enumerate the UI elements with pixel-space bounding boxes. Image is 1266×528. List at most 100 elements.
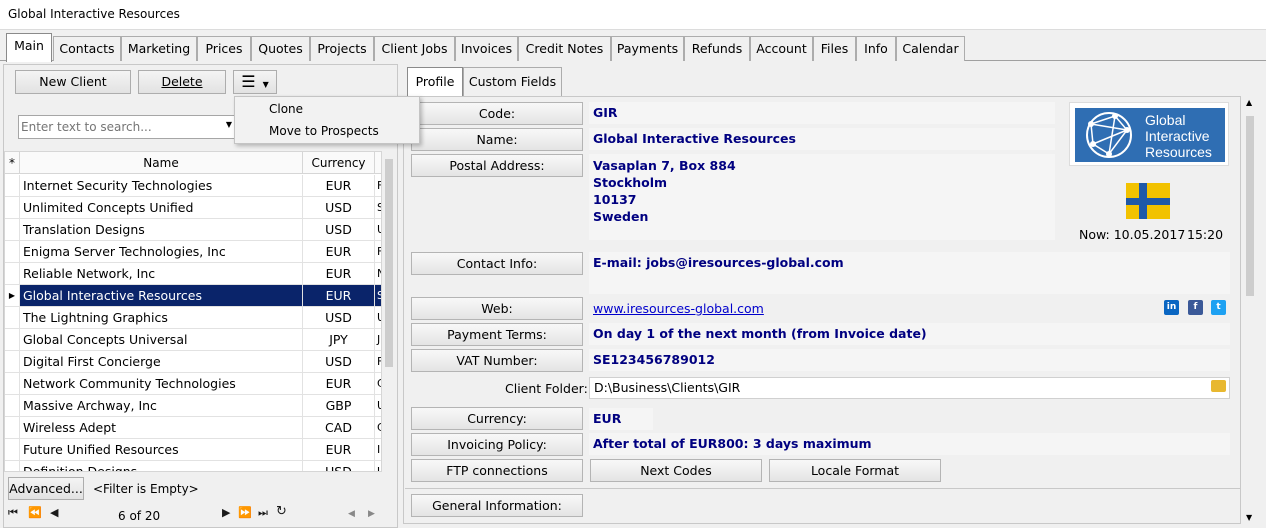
client-currency-cell[interactable]: USD [303, 461, 375, 471]
column-name-header[interactable]: Name [20, 152, 303, 174]
tab-profile[interactable]: Profile [407, 67, 463, 96]
table-row[interactable]: ▶Global Interactive ResourcesEURS [5, 285, 381, 307]
folder-icon[interactable] [1211, 380, 1226, 392]
table-row[interactable]: Unlimited Concepts UnifiedUSDS [5, 197, 381, 219]
client-currency-cell[interactable]: EUR [303, 373, 375, 394]
invoicing-policy-label[interactable]: Invoicing Policy: [411, 433, 583, 456]
client-extra-cell[interactable]: F [375, 241, 381, 262]
client-currency-cell[interactable]: EUR [303, 175, 375, 196]
client-currency-cell[interactable]: EUR [303, 241, 375, 262]
column-currency-header[interactable]: Currency [303, 152, 375, 174]
new-client-button[interactable]: New Client [15, 70, 131, 94]
client-extra-cell[interactable]: I [375, 439, 381, 460]
search-box[interactable]: ▼ [18, 115, 236, 139]
tab-prices[interactable]: Prices [197, 36, 251, 61]
tab-files[interactable]: Files [813, 36, 856, 61]
tab-account[interactable]: Account [750, 36, 813, 61]
client-extra-cell[interactable]: J [375, 329, 381, 350]
client-currency-cell[interactable]: USD [303, 219, 375, 240]
scroll-left-icon[interactable]: ◀ [348, 509, 355, 519]
refresh-icon[interactable]: ↻ [276, 504, 287, 519]
client-currency-cell[interactable]: JPY [303, 329, 375, 350]
table-row[interactable]: Global Concepts Universal JPY J [5, 329, 381, 351]
last-record-icon[interactable]: ⏭ [258, 506, 268, 520]
client-extra-cell[interactable]: U [375, 219, 381, 240]
client-name-cell[interactable]: Global Concepts Universal [20, 329, 303, 350]
advanced-filter-button[interactable]: Advanced... [8, 477, 84, 500]
client-extra-cell[interactable]: F [375, 351, 381, 372]
vat-number-label[interactable]: VAT Number: [411, 349, 583, 372]
client-extra-cell[interactable]: C [375, 417, 381, 438]
client-extra-cell[interactable]: U [375, 461, 381, 471]
table-row[interactable]: Internet Security TechnologiesEURF [5, 175, 381, 197]
client-name-cell[interactable]: Enigma Server Technologies, Inc [20, 241, 303, 262]
client-name-cell[interactable]: Network Community Technologies [20, 373, 303, 394]
scroll-up-icon[interactable]: ▲ [1246, 98, 1252, 107]
table-row[interactable]: Definition DesignsUSDU [5, 461, 381, 471]
client-currency-cell[interactable]: EUR [303, 285, 375, 306]
table-row[interactable]: Massive Archway, IncGBPU [5, 395, 381, 417]
client-folder-field[interactable]: D:\Business\Clients\GIR [589, 377, 1230, 399]
facebook-icon[interactable]: f [1188, 300, 1203, 315]
table-row[interactable]: Network Community TechnologiesEURC [5, 373, 381, 395]
next-record-icon[interactable]: ▶ [222, 506, 230, 519]
currency-label[interactable]: Currency: [411, 407, 583, 430]
tab-credit-notes[interactable]: Credit Notes [518, 36, 611, 61]
client-currency-cell[interactable]: CAD [303, 417, 375, 438]
tab-client-jobs[interactable]: Client Jobs [374, 36, 455, 61]
search-input[interactable] [21, 117, 217, 137]
tab-payments[interactable]: Payments [611, 36, 684, 61]
tab-main[interactable]: Main [6, 33, 52, 62]
client-name-cell[interactable]: The Lightning Graphics [20, 307, 303, 328]
column-extra-header[interactable] [375, 152, 381, 174]
tab-calendar[interactable]: Calendar [896, 36, 965, 61]
client-name-cell[interactable]: Translation Designs [20, 219, 303, 240]
client-currency-cell[interactable]: GBP [303, 395, 375, 416]
client-name-cell[interactable]: Internet Security Technologies [20, 175, 303, 196]
grid-vertical-scrollbar[interactable] [383, 151, 395, 472]
code-label[interactable]: Code: [411, 102, 583, 125]
table-row[interactable]: Future Unified Resources EUR I [5, 439, 381, 461]
payment-terms-label[interactable]: Payment Terms: [411, 323, 583, 346]
twitter-icon[interactable]: t [1211, 300, 1226, 315]
scroll-down-icon[interactable]: ▼ [1246, 513, 1252, 522]
tab-custom-fields[interactable]: Custom Fields [463, 67, 562, 96]
client-extra-cell[interactable]: U [375, 307, 381, 328]
client-extra-cell[interactable]: N [375, 263, 381, 284]
menu-item-move-to-prospects[interactable]: Move to Prospects [269, 124, 379, 138]
tab-marketing[interactable]: Marketing [121, 36, 197, 61]
linkedin-icon[interactable]: in [1164, 300, 1179, 315]
locale-format-button[interactable]: Locale Format [769, 459, 941, 482]
scrollbar-thumb[interactable] [1246, 116, 1254, 296]
next-page-icon[interactable]: ⏩ [238, 506, 252, 519]
client-currency-cell[interactable]: USD [303, 197, 375, 218]
client-currency-cell[interactable]: USD [303, 307, 375, 328]
scroll-right-icon[interactable]: ▶ [368, 509, 375, 519]
table-row[interactable]: Translation DesignsUSDU [5, 219, 381, 241]
client-currency-cell[interactable]: EUR [303, 263, 375, 284]
tab-contacts[interactable]: Contacts [53, 36, 121, 61]
client-currency-cell[interactable]: EUR [303, 439, 375, 460]
client-name-cell[interactable]: Reliable Network, Inc [20, 263, 303, 284]
prev-record-icon[interactable]: ◀ [50, 506, 58, 519]
tab-invoices[interactable]: Invoices [455, 36, 518, 61]
client-extra-cell[interactable]: S [375, 285, 381, 306]
client-name-cell[interactable]: Future Unified Resources [20, 439, 303, 460]
client-extra-cell[interactable]: F [375, 175, 381, 196]
client-currency-cell[interactable]: USD [303, 351, 375, 372]
profile-vertical-scrollbar[interactable]: ▲ ▼ [1243, 96, 1257, 524]
more-actions-button[interactable]: ☰ ▼ [233, 70, 277, 94]
client-name-cell[interactable]: Digital First Concierge [20, 351, 303, 372]
client-extra-cell[interactable]: U [375, 395, 381, 416]
table-row[interactable]: Wireless AdeptCADC [5, 417, 381, 439]
table-row[interactable]: Enigma Server Technologies, IncEURF [5, 241, 381, 263]
first-record-icon[interactable]: ⏮ [8, 506, 18, 520]
web-link[interactable]: www.iresources-global.com [589, 298, 1049, 320]
client-name-cell[interactable]: Global Interactive Resources [20, 285, 303, 306]
client-name-cell[interactable]: Massive Archway, Inc [20, 395, 303, 416]
tab-projects[interactable]: Projects [310, 36, 374, 61]
tab-info[interactable]: Info [856, 36, 896, 61]
client-extra-cell[interactable]: C [375, 373, 381, 394]
web-label[interactable]: Web: [411, 297, 583, 320]
postal-address-label[interactable]: Postal Address: [411, 154, 583, 177]
